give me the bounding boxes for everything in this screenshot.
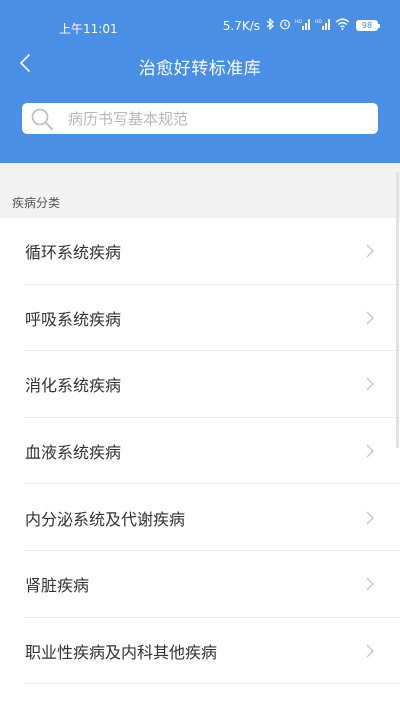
section-label: 疾病分类 (12, 196, 61, 210)
signal-2-hd-label: HD (315, 19, 322, 25)
signal-1-hd-label: HD (295, 19, 302, 25)
list-item-label: 肾脏疾病 (25, 576, 90, 596)
page-title: 治愈好转标准库 (138, 59, 262, 79)
list-item-label: 呼吸系统疾病 (25, 309, 122, 329)
search-input[interactable] (68, 109, 378, 128)
chevron-right-icon (366, 244, 374, 258)
chevron-right-icon (366, 644, 374, 658)
screen: 上午11:01 5.7K/s HD HD 98 治愈好转标准库 病历书写基本规范… (0, 0, 400, 711)
network-speed: 5.7K/s (222, 18, 260, 33)
alarm-icon (279, 18, 291, 33)
section-header: 疾病分类 (0, 163, 400, 218)
chevron-right-icon (366, 311, 374, 325)
chevron-right-icon (366, 377, 374, 391)
list-item-label: 循环系统疾病 (25, 243, 122, 263)
list-item-label: 消化系统疾病 (25, 376, 122, 396)
chevron-right-icon (366, 444, 374, 458)
chevron-right-icon (366, 577, 374, 591)
chevron-right-icon (366, 511, 374, 525)
header-area: 上午11:01 5.7K/s HD HD 98 治愈好转标准库 病历书写基本规范 (0, 0, 400, 163)
list-item[interactable]: 消化系统疾病 (0, 351, 400, 418)
list-item[interactable]: 职业性疾病及内科其他疾病 (0, 618, 400, 685)
bluetooth-icon (266, 17, 275, 33)
nav-bar: 治愈好转标准库 (0, 44, 400, 88)
search-bar[interactable] (22, 103, 378, 134)
list-item[interactable]: 肾脏疾病 (0, 551, 400, 618)
scrollbar[interactable] (396, 172, 399, 448)
battery-icon: 98 (356, 20, 380, 31)
list-item[interactable]: 循环系统疾病 (0, 218, 400, 285)
category-list: 循环系统疾病 呼吸系统疾病 消化系统疾病 血液系统疾病 内分泌系统及代谢疾病 肾… (0, 218, 400, 684)
list-item-label: 职业性疾病及内科其他疾病 (25, 642, 218, 662)
signal-1-icon: HD (295, 18, 311, 33)
signal-2-icon: HD (315, 18, 331, 33)
search-icon (30, 107, 54, 131)
list-item-label: 内分泌系统及代谢疾病 (25, 509, 186, 529)
status-time: 上午11:01 (59, 22, 118, 36)
list-item-label: 血液系统疾病 (25, 443, 122, 463)
status-bar: 上午11:01 5.7K/s HD HD 98 (0, 0, 400, 40)
list-item[interactable]: 血液系统疾病 (0, 418, 400, 485)
list-item[interactable]: 内分泌系统及代谢疾病 (0, 484, 400, 551)
list-item[interactable]: 呼吸系统疾病 (0, 285, 400, 352)
wifi-icon (335, 18, 350, 33)
status-indicators: 5.7K/s HD HD 98 (222, 17, 380, 33)
